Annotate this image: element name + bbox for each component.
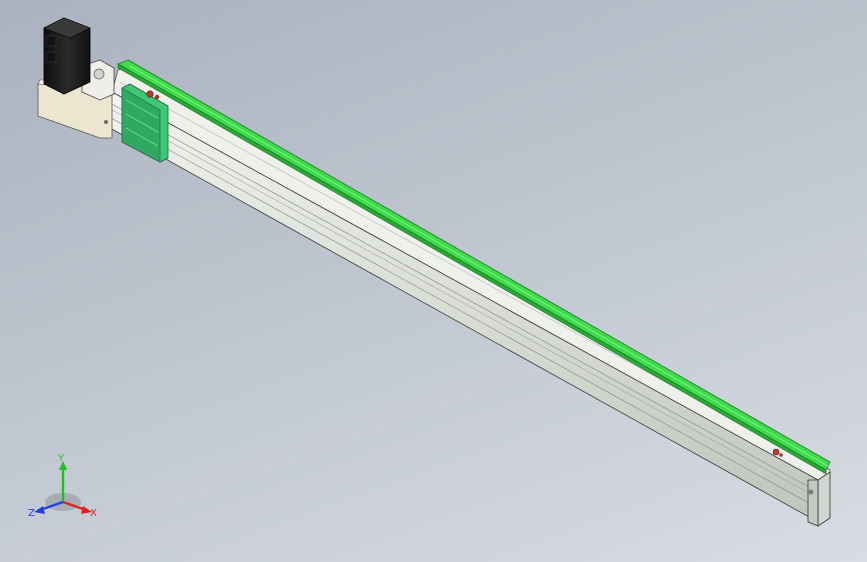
carriage-sensor-marker <box>154 94 160 100</box>
profile-top-face <box>111 65 831 481</box>
z-axis-label: Z <box>28 508 35 519</box>
profile-groove-line <box>111 109 819 499</box>
cad-viewport[interactable]: Y X Z <box>0 0 867 562</box>
end-cap-face <box>817 471 831 527</box>
motor-connector-icon <box>45 51 57 63</box>
end-cap-side <box>807 479 819 527</box>
end-cap-screw <box>808 489 814 495</box>
marker-dot <box>772 448 780 456</box>
marker-dot <box>779 453 783 457</box>
rail-side <box>117 63 827 475</box>
y-axis-label: Y <box>57 453 65 464</box>
carriage-sensor-marker <box>146 90 154 98</box>
guide-rail[interactable] <box>117 59 831 475</box>
profile-groove-line <box>111 103 819 493</box>
servo-motor[interactable] <box>43 17 91 95</box>
aluminum-profile[interactable] <box>109 65 831 523</box>
rail-highlight <box>129 65 829 467</box>
profile-side-face <box>109 91 819 523</box>
profile-groove-line <box>110 117 819 509</box>
x-axis-label: X <box>90 508 97 519</box>
z-arrow-icon <box>34 506 45 514</box>
motor-connector-icon <box>45 35 57 47</box>
rail-top <box>117 59 831 471</box>
coupling-hole-icon <box>93 68 105 80</box>
coordinate-triad[interactable]: Y X Z <box>28 453 97 519</box>
end-cap[interactable] <box>807 471 831 527</box>
bracket-screw <box>104 120 108 124</box>
linear-module-model[interactable]: Y X Z <box>0 0 867 562</box>
